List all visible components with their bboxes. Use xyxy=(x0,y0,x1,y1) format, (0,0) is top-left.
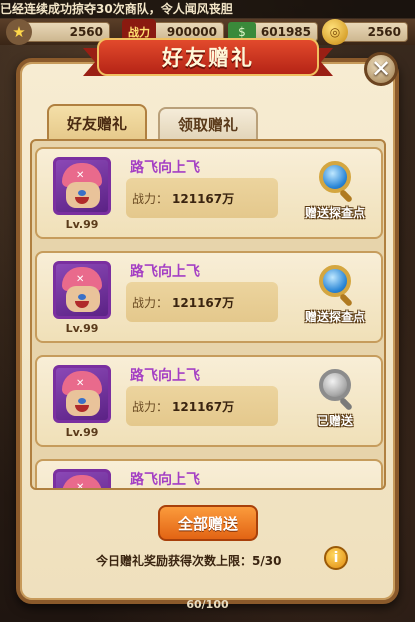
send-all-button[interactable]: 全部赠送 xyxy=(158,505,258,541)
friend-card: ✕ Lv.99 路飞向上飞 战力： 121167万 已赠送 xyxy=(35,355,383,447)
friend-level: Lv.99 xyxy=(65,426,99,439)
friend-power-box: 战力： 121167万 xyxy=(126,282,278,322)
close-icon[interactable]: ✕ xyxy=(364,52,398,86)
friend-level: Lv.99 xyxy=(65,322,99,335)
daily-limit-max: /30 xyxy=(260,554,282,568)
power-label: 战力： xyxy=(132,399,169,414)
power-value: 121167万 xyxy=(172,295,235,310)
friend-power-box: 战力： 121167万 xyxy=(126,178,278,218)
power-label: 战力： xyxy=(132,295,169,310)
page-count: 60/100 xyxy=(186,598,229,611)
daily-limit-label: 今日赠礼奖励获得次数上限： xyxy=(96,554,253,568)
tab-friend-gift[interactable]: 好友赠礼 xyxy=(47,104,147,140)
sent-status: 已赠送 xyxy=(293,369,377,439)
magnifier-gray-icon xyxy=(319,369,351,401)
friend-card: ✕ Lv.99 路飞向上飞 战力： 121167万 赠送探查点 xyxy=(35,251,383,343)
power-label: 战力： xyxy=(132,191,169,206)
info-icon[interactable]: i xyxy=(324,546,348,570)
title-ribbon: 好友赠礼 xyxy=(83,34,319,78)
marquee-text: 已经连续成功掠夺30次商队，令人闻风丧胆 xyxy=(0,0,415,18)
send-scout-button[interactable]: 赠送探查点 xyxy=(293,161,377,231)
dialog-title: 好友赠礼 xyxy=(97,38,319,76)
magnifier-blue-icon xyxy=(319,265,351,297)
friend-name: 路飞向上飞 xyxy=(130,472,200,488)
send-scout-label: 赠送探查点 xyxy=(304,206,365,220)
friend-card: ✕ Lv.99 路飞向上飞 战力： 121167万 赠送探查点 xyxy=(35,147,383,239)
send-scout-button[interactable]: 赠送探查点 xyxy=(293,265,377,335)
power-value: 121167万 xyxy=(172,399,235,414)
coin-icon: ◎ xyxy=(322,19,348,45)
star-icon: ★ xyxy=(6,19,32,45)
daily-limit: 今日赠礼奖励获得次数上限：5/30 xyxy=(96,551,281,571)
avatar: ✕ xyxy=(53,469,111,488)
avatar: ✕ xyxy=(53,261,111,319)
coins-value: 2560 xyxy=(367,25,401,39)
friend-level: Lv.99 xyxy=(65,218,99,231)
avatar: ✕ xyxy=(53,365,111,423)
friend-name: 路飞向上飞 xyxy=(130,264,200,280)
friend-name: 路飞向上飞 xyxy=(130,368,200,384)
send-scout-label: 赠送探查点 xyxy=(304,310,365,324)
power-value: 121167万 xyxy=(172,191,235,206)
tab-receive-gift[interactable]: 领取赠礼 xyxy=(158,107,258,140)
avatar: ✕ xyxy=(53,157,111,215)
sent-label: 已赠送 xyxy=(316,414,353,428)
friend-name: 路飞向上飞 xyxy=(130,160,200,176)
friend-power-box: 战力： 121167万 xyxy=(126,386,278,426)
friend-list[interactable]: ✕ Lv.99 路飞向上飞 战力： 121167万 赠送探查点 ✕ Lv.99 … xyxy=(30,139,386,490)
friend-card: ✕ 路飞向上飞 xyxy=(35,459,383,488)
magnifier-blue-icon xyxy=(319,161,351,193)
